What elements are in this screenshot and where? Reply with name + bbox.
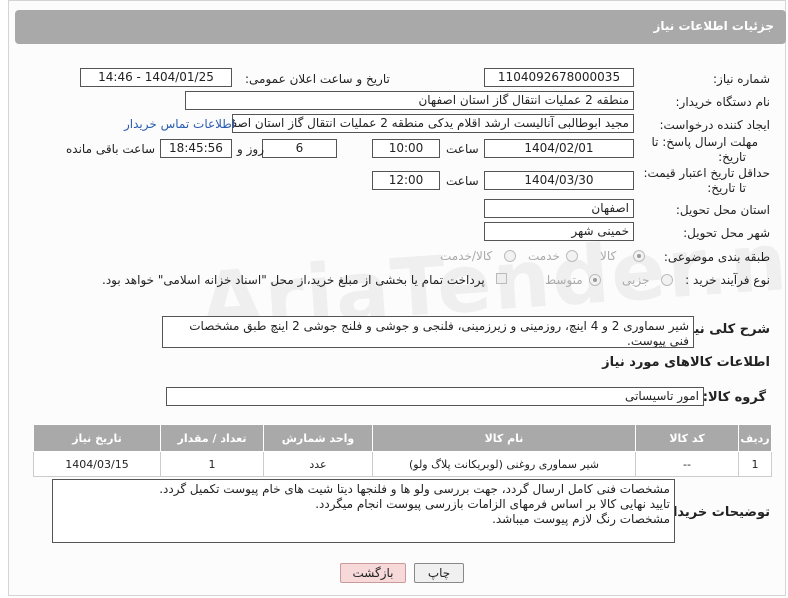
days-label: روز و	[237, 142, 264, 156]
buyer-notes-text[interactable]: مشخصات فنی کامل ارسال گردد، جهت بررسی ول…	[52, 479, 675, 543]
need-number-field[interactable]: 1104092678000035	[484, 68, 634, 87]
price-time-field[interactable]: 12:00	[372, 171, 440, 190]
goods-group-field[interactable]: امور تاسیساتی	[166, 387, 704, 406]
col-qty-header: تعداد / مقدار	[160, 424, 264, 452]
goods-section-title: اطلاعات کالاهای مورد نیاز	[602, 355, 770, 370]
category-both-label: کالا/خدمت	[440, 249, 493, 263]
category-goods-label: کالا	[600, 249, 617, 263]
print-button[interactable]: چاپ	[414, 563, 464, 583]
process-medium-radio[interactable]	[589, 274, 601, 286]
cell-date: 1404/03/15	[33, 451, 161, 477]
buyer-org-field[interactable]: منطقه 2 عملیات انتقال گاز استان اصفهان	[185, 91, 634, 110]
category-label: طبقه بندی موضوعی:	[663, 250, 770, 264]
city-field[interactable]: خمینی شهر	[484, 222, 634, 241]
process-medium-label: متوسط	[545, 273, 583, 287]
goods-table-header: ردیف کد کالا نام کالا واحد شمارش تعداد /…	[33, 424, 772, 452]
buyer-org-label: نام دستگاه خریدار:	[675, 95, 771, 109]
cell-code: --	[635, 451, 739, 477]
city-label: شهر محل تحویل:	[683, 226, 770, 240]
cell-qty: 1	[160, 451, 264, 477]
buyer-notes-line: تایید نهایی کالا بر اساس فرمهای الزامات …	[315, 497, 670, 511]
price-hour-label: ساعت	[446, 174, 479, 188]
back-button[interactable]: بازگشت	[340, 563, 406, 583]
announce-label: تاریخ و ساعت اعلان عمومی:	[245, 72, 390, 86]
category-service-radio[interactable]	[566, 250, 578, 262]
buyer-notes-line: مشخصات رنگ لازم پیوست میباشد.	[492, 512, 670, 526]
process-label: نوع فرآیند خرید :	[685, 273, 770, 287]
cell-unit: عدد	[263, 451, 373, 477]
treasury-payment-note: پرداخت تمام یا بخشی از مبلغ خرید،از محل …	[102, 273, 485, 287]
col-row-header: ردیف	[738, 424, 772, 452]
days-field[interactable]: 6	[262, 139, 337, 158]
deadline-date-field[interactable]: 1404/02/01	[484, 139, 634, 158]
process-minor-radio[interactable]	[661, 274, 673, 286]
province-label: استان محل تحویل:	[675, 203, 770, 217]
remaining-time-field[interactable]: 18:45:56	[160, 139, 232, 158]
treasury-payment-checkbox[interactable]	[496, 273, 507, 284]
col-code-header: کد کالا	[635, 424, 739, 452]
province-field[interactable]: اصفهان	[484, 199, 634, 218]
category-service-label: خدمت	[528, 249, 560, 263]
creator-label: ایجاد کننده درخواست:	[659, 118, 770, 132]
category-goods-radio[interactable]	[633, 250, 645, 262]
deadline-label-line2: تاریخ:	[718, 150, 746, 164]
page-title: جزئیات اطلاعات نیاز	[653, 19, 774, 33]
process-minor-label: جزیی	[622, 273, 650, 287]
deadline-hour-label: ساعت	[446, 142, 479, 156]
price-validity-label-line1: حداقل تاریخ اعتبار قیمت:	[643, 166, 770, 180]
buyer-notes-label: توضیحات خریدار:	[660, 505, 770, 520]
buyer-notes-line: مشخصات فنی کامل ارسال گردد، جهت بررسی ول…	[159, 482, 670, 496]
col-date-header: تاریخ نیاز	[33, 424, 161, 452]
col-unit-header: واحد شمارش	[263, 424, 373, 452]
deadline-label-line1: مهلت ارسال پاسخ: تا	[651, 135, 758, 149]
page-header: جزئیات اطلاعات نیاز	[15, 10, 786, 44]
creator-field[interactable]: مجید ابوطالبی آنالیست ارشد اقلام یدکی من…	[232, 114, 634, 133]
cell-row: 1	[738, 451, 772, 477]
announce-field[interactable]: 1404/01/25 - 14:46	[80, 68, 232, 87]
table-row[interactable]: 1 -- شیر سماوری روغنی (لوبریکانت پلاگ ول…	[33, 451, 772, 477]
description-text[interactable]: شیر سماوری 2 و 4 اینچ، روزمینی و زیرزمین…	[162, 316, 694, 348]
category-both-radio[interactable]	[504, 250, 516, 262]
need-number-label: شماره نیاز:	[713, 72, 770, 86]
goods-table: ردیف کد کالا نام کالا واحد شمارش تعداد /…	[33, 424, 772, 477]
contact-buyer-link[interactable]: اطلاعات تماس خریدار	[124, 117, 235, 131]
deadline-time-field[interactable]: 10:00	[372, 139, 440, 158]
price-date-field[interactable]: 1404/03/30	[484, 171, 634, 190]
remaining-label: ساعت باقی مانده	[66, 142, 156, 156]
col-name-header: نام کالا	[372, 424, 636, 452]
goods-group-label: گروه کالا:	[702, 390, 766, 405]
price-validity-label-line2: تا تاریخ:	[707, 181, 746, 195]
cell-name: شیر سماوری روغنی (لوبریکانت پلاگ ولو)	[372, 451, 636, 477]
